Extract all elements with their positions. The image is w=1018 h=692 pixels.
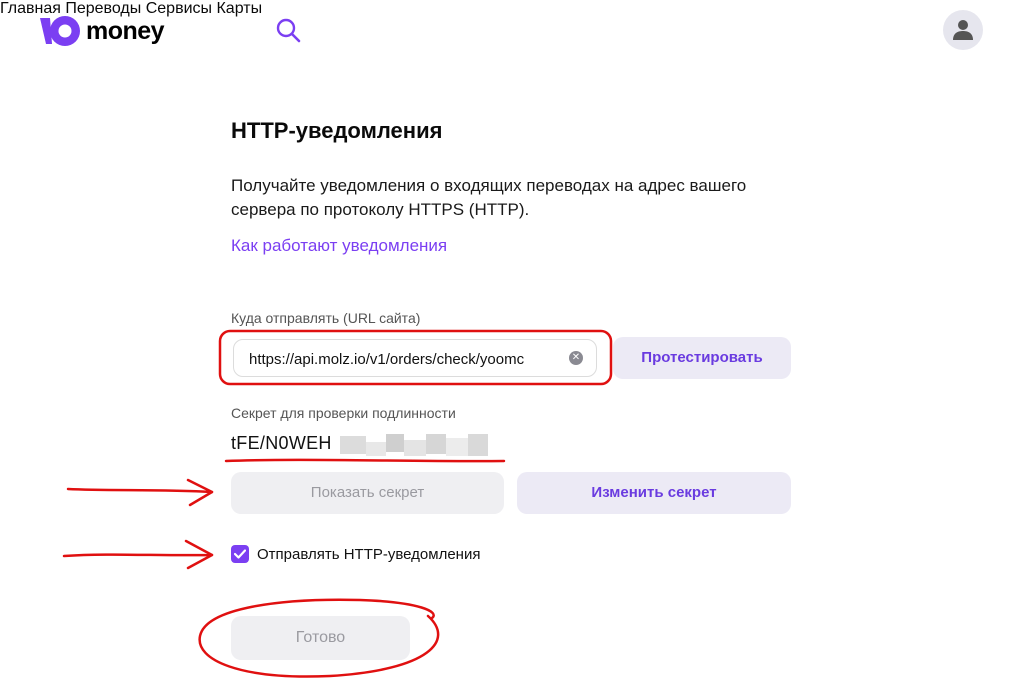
secret-label: Секрет для проверки подлинности — [231, 405, 456, 421]
top-header: money Главная Переводы Сервисы Карты — [0, 0, 1018, 64]
page-title: HTTP-уведомления — [231, 118, 443, 143]
logo-text: money — [86, 16, 165, 45]
search-icon[interactable] — [276, 18, 302, 44]
send-notifications-checkbox[interactable] — [231, 545, 249, 563]
user-avatar[interactable] — [943, 10, 983, 50]
change-secret-button[interactable]: Изменить секрет — [517, 472, 791, 514]
yoomoney-logo[interactable]: money — [38, 14, 165, 48]
done-button[interactable]: Готово — [231, 616, 410, 660]
help-link[interactable]: Как работают уведомления — [231, 236, 447, 256]
send-notifications-label: Отправлять HTTP-уведомления — [257, 545, 481, 563]
secret-value: tFE/N0WEH — [231, 433, 332, 453]
user-icon — [953, 20, 973, 40]
arrow-show-secret — [66, 478, 214, 507]
secret-redaction — [340, 434, 488, 456]
test-button[interactable]: Протестировать — [613, 337, 791, 379]
page-description: Получайте уведомления о входящих перевод… — [231, 176, 747, 219]
url-label: Куда отправлять (URL сайта) — [231, 310, 421, 326]
send-notifications-row[interactable]: Отправлять HTTP-уведомления — [231, 545, 480, 563]
clear-icon[interactable]: ✕ — [569, 351, 583, 365]
url-input[interactable] — [247, 340, 561, 378]
secret-underline — [224, 458, 506, 463]
arrow-checkbox — [62, 539, 214, 570]
checkmark-icon — [234, 549, 246, 559]
url-field: ✕ — [233, 339, 597, 378]
yoomoney-logo-icon — [40, 16, 80, 46]
show-secret-button[interactable]: Показать секрет — [231, 472, 504, 514]
nav-item-cards[interactable]: Карты — [216, 0, 262, 17]
